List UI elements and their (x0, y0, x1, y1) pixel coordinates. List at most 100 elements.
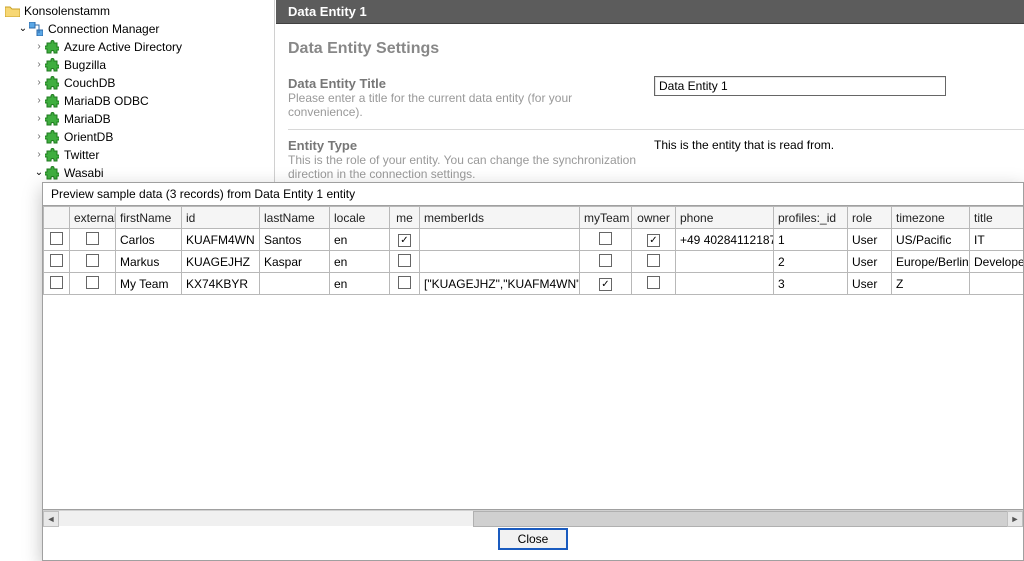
settings-heading: Data Entity Settings (288, 40, 1024, 58)
close-button[interactable]: Close (498, 528, 568, 550)
cell-id: KX74KBYR (182, 273, 260, 295)
column-header[interactable]: id (182, 207, 260, 229)
settings-desc-title: Please enter a title for the current dat… (288, 91, 648, 119)
chevron-right-icon[interactable]: › (34, 146, 44, 164)
content-title-bar: Data Entity 1 (276, 0, 1024, 24)
scroll-right-button[interactable]: ► (1007, 511, 1023, 527)
checkbox[interactable] (86, 232, 99, 245)
sidebar-item-wasabi[interactable]: ⌄Wasabi (0, 164, 274, 182)
column-header[interactable]: owner (632, 207, 676, 229)
column-header[interactable]: lastName (260, 207, 330, 229)
cell-myTeam[interactable] (580, 229, 632, 251)
chevron-down-icon[interactable]: ⌄ (34, 164, 44, 182)
cell-owner[interactable] (632, 229, 676, 251)
checkbox[interactable] (647, 254, 660, 267)
chevron-right-icon[interactable]: › (34, 110, 44, 128)
sidebar-item-label: CouchDB (64, 74, 115, 92)
cell-memberIds (420, 251, 580, 273)
entity-type-text: This is the entity that is read from. (654, 138, 834, 152)
cell-lastName (260, 273, 330, 295)
cell-role: User (848, 229, 892, 251)
cell-memberIds: ["KUAGEJHZ","KUAFM4WN"] (420, 273, 580, 295)
column-header[interactable]: me (390, 207, 420, 229)
column-header[interactable]: locale (330, 207, 390, 229)
column-header[interactable]: profiles:_id (774, 207, 848, 229)
cell-sel[interactable] (44, 251, 70, 273)
tree-conn-label: Connection Manager (48, 20, 159, 38)
scroll-thumb[interactable] (473, 511, 1009, 527)
cell-external[interactable] (70, 273, 116, 295)
cell-firstName: Markus (116, 251, 182, 273)
tree-connection-manager[interactable]: ⌄ Connection Manager (0, 20, 274, 38)
checkbox[interactable] (50, 254, 63, 267)
sidebar-item-orientdb[interactable]: › OrientDB (0, 128, 274, 146)
checkbox[interactable] (398, 254, 411, 267)
checkbox[interactable] (599, 232, 612, 245)
column-header[interactable]: title (970, 207, 1024, 229)
chevron-down-icon[interactable]: ⌄ (18, 20, 28, 38)
checkbox[interactable] (50, 232, 63, 245)
settings-caption-type: Entity Type (288, 138, 648, 153)
sidebar-item-azure-active-directory[interactable]: ›Azure Active Directory (0, 38, 274, 56)
checkbox[interactable] (398, 276, 411, 289)
column-header[interactable]: memberIds (420, 207, 580, 229)
horizontal-scrollbar[interactable]: ◄ ► (43, 510, 1023, 526)
puzzle-icon (44, 93, 60, 109)
cell-firstName: My Team (116, 273, 182, 295)
chevron-right-icon[interactable]: › (34, 56, 44, 74)
puzzle-icon (44, 165, 60, 181)
cell-id: KUAGEJHZ (182, 251, 260, 273)
scroll-left-button[interactable]: ◄ (43, 511, 59, 527)
cell-me[interactable] (390, 273, 420, 295)
cell-profiles_id: 1 (774, 229, 848, 251)
sidebar-item-mariadb-odbc[interactable]: ›MariaDB ODBC (0, 92, 274, 110)
cell-me[interactable] (390, 251, 420, 273)
table-row[interactable]: MarkusKUAGEJHZKasparen2UserEurope/Berlin… (44, 251, 1024, 273)
checkbox[interactable] (86, 254, 99, 267)
checkbox[interactable] (50, 276, 63, 289)
chevron-right-icon[interactable]: › (34, 74, 44, 92)
sidebar-item-label: OrientDB (64, 128, 113, 146)
checkbox[interactable] (599, 254, 612, 267)
table-row[interactable]: My TeamKX74KBYRen["KUAGEJHZ","KUAFM4WN"]… (44, 273, 1024, 295)
cell-sel[interactable] (44, 273, 70, 295)
settings-row-entity-title: Data Entity Title Please enter a title f… (288, 68, 1024, 130)
checkbox[interactable] (599, 278, 612, 291)
cell-title: Developer (970, 251, 1024, 273)
tree-root[interactable]: Konsolenstamm (0, 2, 274, 20)
chevron-right-icon[interactable]: › (34, 92, 44, 110)
cell-external[interactable] (70, 251, 116, 273)
cell-owner[interactable] (632, 273, 676, 295)
chevron-right-icon[interactable]: › (34, 38, 44, 56)
column-header[interactable]: firstName (116, 207, 182, 229)
column-header[interactable] (44, 207, 70, 229)
column-header[interactable]: role (848, 207, 892, 229)
dialog-footer: Close (43, 526, 1023, 560)
column-header[interactable]: external (70, 207, 116, 229)
cell-owner[interactable] (632, 251, 676, 273)
entity-title-input[interactable] (654, 76, 946, 96)
sidebar-item-mariadb[interactable]: ›MariaDB (0, 110, 274, 128)
checkbox[interactable] (647, 276, 660, 289)
table-row[interactable]: CarlosKUAFM4WNSantosen+49 402841121871Us… (44, 229, 1024, 251)
sidebar-item-label: Bugzilla (64, 56, 106, 74)
checkbox[interactable] (398, 234, 411, 247)
checkbox[interactable] (86, 276, 99, 289)
settings-desc-type: This is the role of your entity. You can… (288, 153, 648, 181)
checkbox[interactable] (647, 234, 660, 247)
puzzle-icon (44, 147, 60, 163)
sidebar-item-bugzilla[interactable]: › Bugzilla (0, 56, 274, 74)
cell-sel[interactable] (44, 229, 70, 251)
cell-myTeam[interactable] (580, 273, 632, 295)
cell-myTeam[interactable] (580, 251, 632, 273)
column-header[interactable]: myTeam (580, 207, 632, 229)
cell-me[interactable] (390, 229, 420, 251)
column-header[interactable]: timezone (892, 207, 970, 229)
sidebar-item-twitter[interactable]: ›Twitter (0, 146, 274, 164)
column-header[interactable]: phone (676, 207, 774, 229)
cell-firstName: Carlos (116, 229, 182, 251)
chevron-right-icon[interactable]: › (34, 128, 44, 146)
cell-role: User (848, 273, 892, 295)
sidebar-item-couchdb[interactable]: › CouchDB (0, 74, 274, 92)
cell-external[interactable] (70, 229, 116, 251)
